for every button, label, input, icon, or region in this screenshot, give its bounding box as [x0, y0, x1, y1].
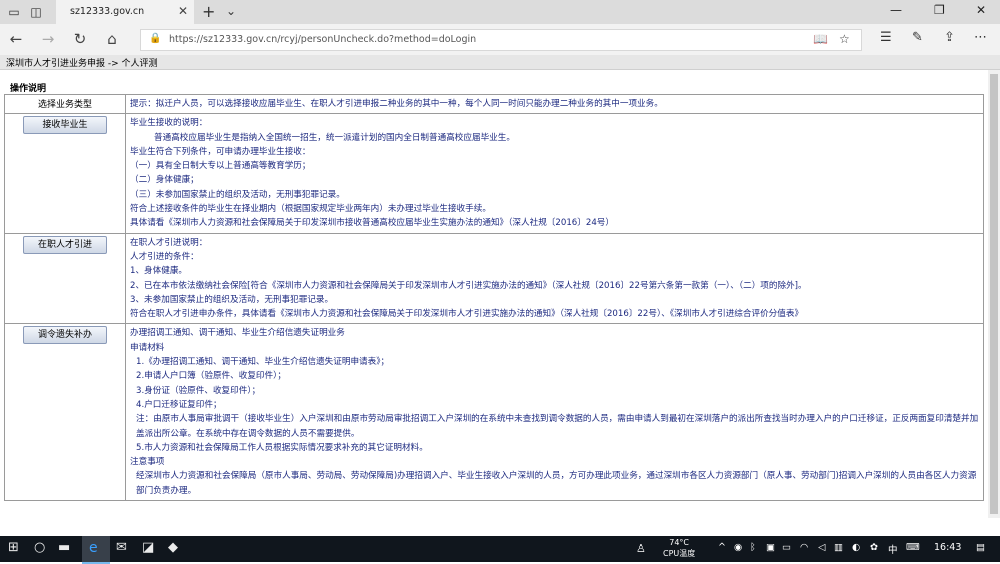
chevron-down-icon[interactable]: ⌄ [226, 4, 236, 18]
text-line: 申请材料 [130, 342, 165, 353]
favorite-star-icon[interactable]: ☆ [839, 32, 850, 46]
bluetooth-icon[interactable]: ᛒ [750, 542, 756, 553]
app-icon[interactable]: ◪ [142, 540, 154, 555]
text-line: 1、身体健康。 [130, 266, 188, 277]
notification-icon[interactable]: ▤ [976, 542, 985, 553]
scrollbar-thumb[interactable] [990, 74, 998, 514]
pen-icon[interactable]: ✎ [912, 30, 923, 45]
text-line: 2.申请人户口簿（验原件、收复印件）； [136, 371, 286, 382]
text-line: 4.户口迁移证复印件； [136, 399, 222, 410]
favorites-hub-icon[interactable]: ☰ [880, 30, 892, 45]
breadcrumb-text: 深圳市人才引进业务申报 -> 个人评测 [6, 59, 158, 69]
table-row: 接收毕业生 毕业生接收的说明： 普通高校应届毕业生是指纳入全国统一招生，统一派遣… [4, 113, 984, 234]
tray-expand-icon[interactable]: ^ [718, 542, 726, 553]
maximize-icon[interactable]: ❐ [934, 3, 945, 17]
address-toolbar: ← → ↻ ⌂ 🔒 https://sz12333.gov.cn/rcyj/pe… [0, 24, 1000, 55]
tab-title: sz12333.gov.cn [70, 6, 145, 17]
forward-icon[interactable]: → [38, 30, 58, 48]
text-line: 办理招调工通知、调干通知、毕业生介绍信遗失证明业务 [130, 328, 345, 339]
text-line: （二）身体健康； [130, 175, 199, 186]
text-line: 毕业生符合下列条件，可申请办理毕业生接收： [130, 146, 311, 157]
text-line: 1.《办理招调工通知、调干通知、毕业生介绍信遗失证明申请表》； [136, 357, 390, 368]
text-line: 经深圳市人力资源和社会保障局（原市人事局、劳动局、劳动保障局)办理招调入户、毕业… [136, 471, 977, 496]
cpu-temp-value: 74°C [669, 538, 690, 547]
tray-app-icon[interactable]: ▥ [834, 542, 843, 553]
lost-transfer-reissue-button[interactable]: 调令遗失补办 [23, 326, 107, 345]
text-line: 在职人才引进说明： [130, 237, 208, 248]
text-line: 2、已在本市依法缴纳社会保险[符合《深圳市人力资源和社会保障局关于印发深圳市人才… [130, 280, 807, 291]
browser-tab[interactable]: sz12333.gov.cn ✕ [56, 0, 194, 24]
wifi-icon[interactable]: ◠ [800, 542, 808, 553]
text-line: （一）具有全日制大专以上普通高等教育学历； [130, 161, 311, 172]
header-left-cell: 选择业务类型 [4, 93, 126, 115]
text-line: 3.身份证（验原件、收复印件）； [136, 385, 261, 396]
windows-start-icon[interactable]: ⊞ [8, 540, 19, 555]
tab-preview-icon[interactable]: ◫ [28, 4, 44, 20]
table-header-row: 选择业务类型 提示：拟迁户人员，可以选择接收应届毕业生、在职人才引进申报二种业务… [4, 93, 984, 115]
text-line: 3、未参加国家禁止的组织及活动，无刑事犯罪记录。 [130, 294, 334, 305]
text-line: 人才引进的条件： [130, 251, 199, 262]
graduate-description: 毕业生接收的说明： 普通高校应届毕业生是指纳入全国统一招生，统一派遣计划的国内全… [125, 113, 984, 234]
page-content: 操作说明 选择业务类型 提示：拟迁户人员，可以选择接收应届毕业生、在职人才引进申… [0, 70, 988, 518]
browser-tab-bar: ▭ ◫ sz12333.gov.cn ✕ + ⌄ — ❐ ✕ [0, 0, 1000, 24]
text-line: 注意事项 [130, 457, 165, 468]
edge-icon: e [89, 540, 98, 556]
ime-indicator[interactable]: 中 [888, 542, 898, 556]
mail-icon[interactable]: ✉ [116, 540, 127, 555]
home-icon[interactable]: ⌂ [102, 30, 122, 48]
window-close-icon[interactable]: ✕ [976, 3, 986, 17]
table-row: 调令遗失补办 办理招调工通知、调干通知、毕业生介绍信遗失证明业务 申请材料 1.… [4, 323, 984, 502]
keyboard-icon[interactable]: ⌨ [906, 542, 920, 553]
search-icon[interactable]: ○ [34, 540, 45, 555]
text-line: 符合上述接收条件的毕业生在择业期内（根据国家规定毕业两年内）未办理过毕业生接收手… [130, 204, 491, 215]
reading-view-icon[interactable]: 📖 [813, 32, 828, 46]
graduate-receive-button[interactable]: 接收毕业生 [23, 116, 107, 135]
tray-app-icon[interactable]: ◐ [852, 542, 860, 553]
tray-app-icon[interactable]: ✿ [870, 542, 878, 553]
talent-description: 在职人才引进说明： 人才引进的条件： 1、身体健康。 2、已在本市依法缴纳社会保… [125, 232, 984, 325]
back-icon[interactable]: ← [6, 30, 26, 48]
close-icon[interactable]: ✕ [178, 4, 188, 18]
cpu-temp-label: CPU温度 [663, 549, 696, 558]
text-line: 符合在职人才引进申办条件，具体请看《深圳市人力资源和社会保障局关于印发深圳市人才… [130, 309, 804, 320]
page-scrollbar[interactable] [988, 70, 1000, 518]
text-line: 普通高校应届毕业生是指纳入全国统一招生，统一派遣计划的国内全日制普通高校应届毕业… [154, 132, 515, 143]
battery-icon[interactable]: ▭ [782, 542, 791, 553]
tray-app-icon[interactable]: ◉ [734, 542, 742, 553]
business-type-table: 选择业务类型 提示：拟迁户人员，可以选择接收应届毕业生、在职人才引进申报二种业务… [4, 93, 984, 502]
refresh-icon[interactable]: ↻ [70, 30, 90, 48]
reissue-description: 办理招调工通知、调干通知、毕业生介绍信遗失证明业务 申请材料 1.《办理招调工通… [125, 323, 984, 502]
tab-set-aside-icon[interactable]: ▭ [6, 4, 22, 20]
text-line: （三）未参加国家禁止的组织及活动，无刑事犯罪记录。 [130, 189, 345, 200]
section-title: 操作说明 [10, 84, 47, 94]
lock-icon: 🔒 [149, 33, 162, 44]
clock-time[interactable]: 16:43 [934, 542, 961, 553]
text-line: 毕业生接收的说明： [130, 118, 208, 129]
file-explorer-icon[interactable]: ▬ [58, 540, 70, 555]
minimize-icon[interactable]: — [890, 3, 902, 17]
breadcrumb: 深圳市人才引进业务申报 -> 个人评测 [0, 55, 1000, 70]
address-input[interactable]: 🔒 https://sz12333.gov.cn/rcyj/personUnch… [140, 29, 862, 51]
app-icon[interactable]: ◆ [168, 540, 178, 555]
header-tip: 提示：拟迁户人员，可以选择接收应届毕业生、在职人才引进申报二种业务的其中一种，每… [125, 93, 984, 115]
table-row: 在职人才引进 在职人才引进说明： 人才引进的条件： 1、身体健康。 2、已在本市… [4, 232, 984, 325]
edge-taskbar-item[interactable]: e [82, 536, 110, 564]
share-icon[interactable]: ⇪ [944, 30, 955, 45]
talent-introduction-button[interactable]: 在职人才引进 [23, 235, 107, 254]
cpu-temperature[interactable]: 74°C CPU温度 [663, 537, 695, 559]
more-icon[interactable]: ⋯ [974, 30, 987, 45]
url-text: https://sz12333.gov.cn/rcyj/personUnchec… [169, 34, 477, 45]
people-icon[interactable]: ♙ [636, 542, 646, 555]
tray-app-icon[interactable]: ▣ [766, 542, 775, 553]
text-line: 5.市人力资源和社会保障局工作人员根据实际情况要求补充的其它证明材料。 [136, 442, 428, 453]
text-line: 具体请看《深圳市人力资源和社会保障局关于印发深圳市接收普通高校应届毕业生实施办法… [130, 218, 614, 229]
windows-taskbar: ⊞ ○ ▬ e ✉ ◪ ◆ ♙ 74°C CPU温度 ^ ◉ ᛒ ▣ ▭ ◠ ◁… [0, 536, 1000, 564]
new-tab-icon[interactable]: + [202, 2, 215, 21]
text-line: 注：由原市人事局审批调干（接收毕业生）入户深圳和由原市劳动局审批招调工入户深圳的… [136, 414, 979, 439]
volume-icon[interactable]: ◁ [818, 542, 825, 553]
